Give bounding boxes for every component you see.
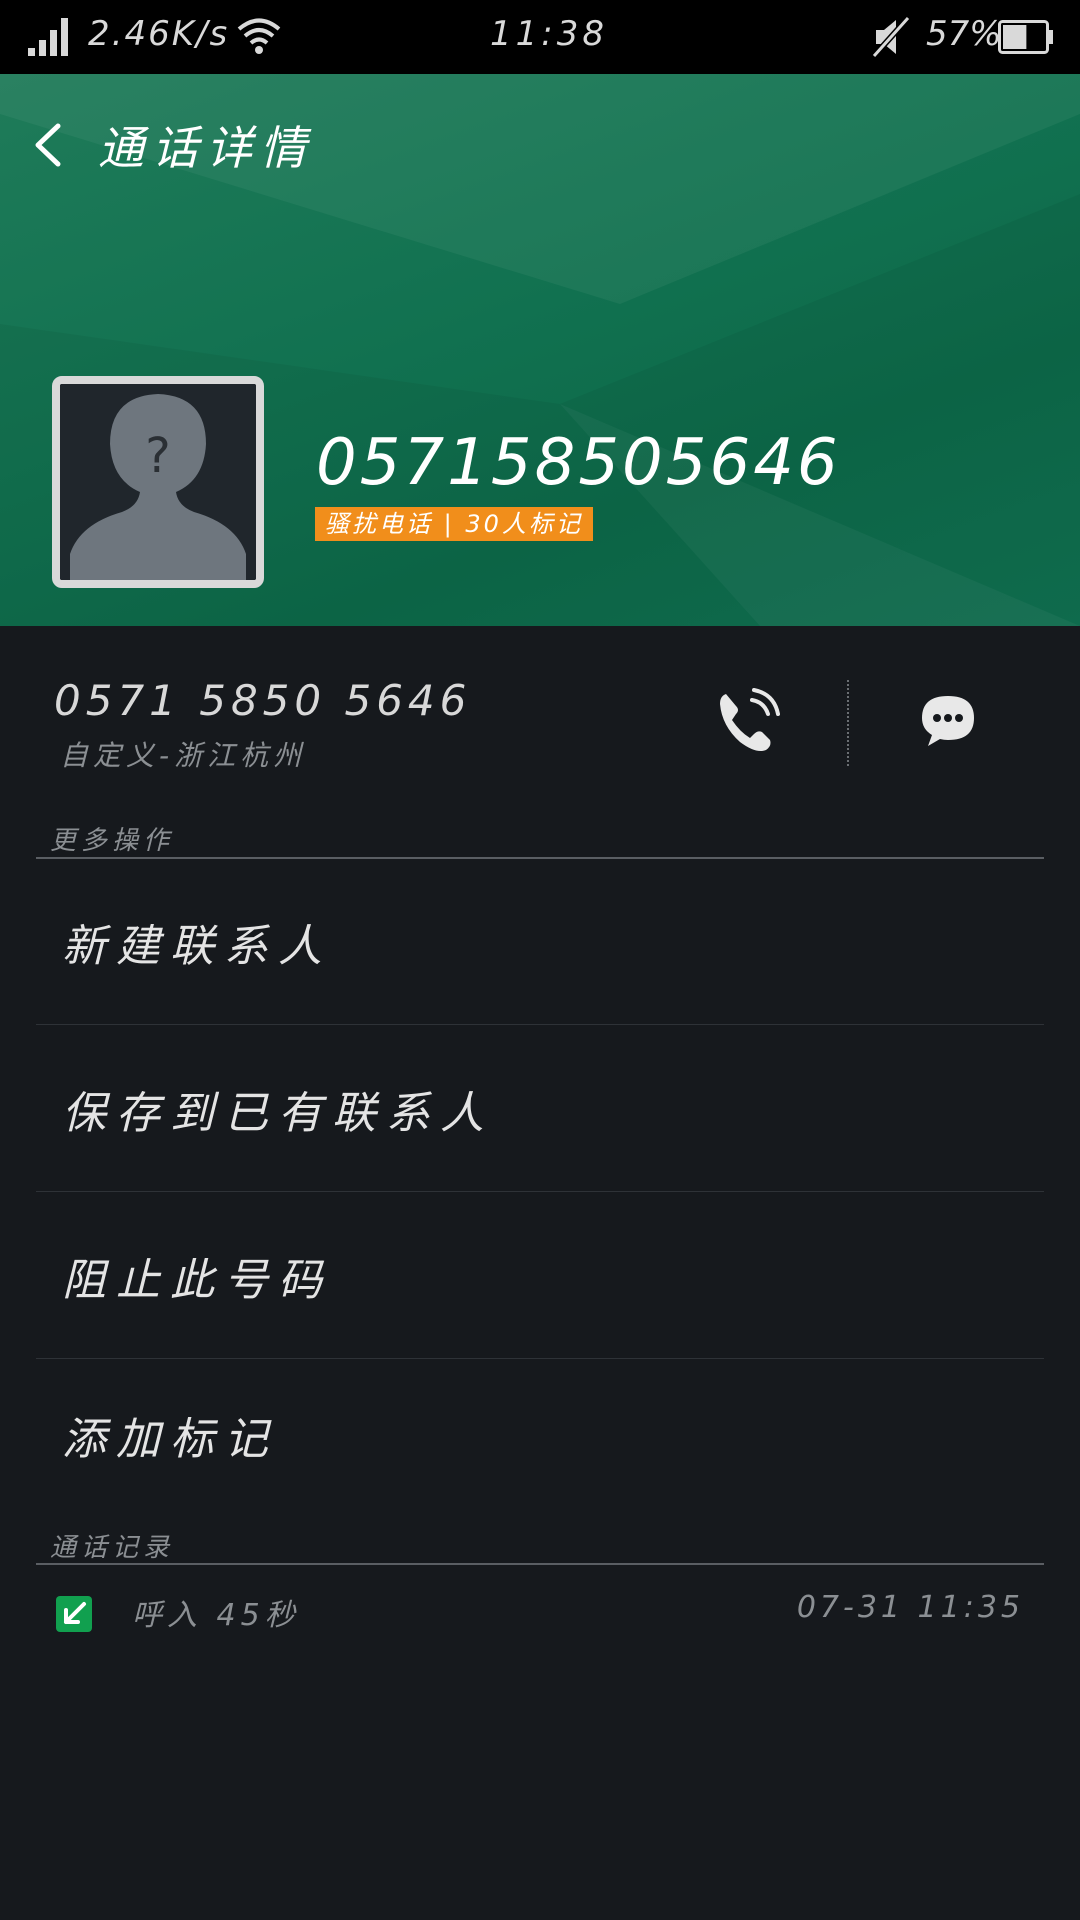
add-tag-item[interactable]: 添加标记 xyxy=(36,1360,1044,1510)
action-label: 添加标记 xyxy=(62,1414,278,1465)
svg-text:?: ? xyxy=(145,428,170,484)
call-log-entry: 呼入 45秒 07-31 11:35 xyxy=(36,1568,1044,1648)
row-divider xyxy=(36,1358,1044,1359)
clock: 11:38 xyxy=(490,14,608,54)
section-divider xyxy=(36,1563,1044,1565)
action-label: 保存到已有联系人 xyxy=(62,1088,494,1139)
contact-header: 通话详情 ? 057158505646 骚扰电话 | 30人标记 xyxy=(0,74,1080,626)
battery-icon xyxy=(998,20,1053,54)
action-label: 阻止此号码 xyxy=(62,1255,332,1306)
unknown-person-icon: ? xyxy=(60,384,256,580)
page-title: 通话详情 xyxy=(98,121,314,175)
wifi-icon xyxy=(237,18,281,54)
row-divider xyxy=(36,1191,1044,1192)
mute-icon xyxy=(872,16,911,58)
status-bar: 2.46K/s 11:38 57% xyxy=(0,0,1080,74)
save-to-existing-contact-item[interactable]: 保存到已有联系人 xyxy=(36,1026,1044,1192)
phone-call-icon[interactable] xyxy=(712,686,782,756)
action-divider xyxy=(847,680,849,766)
signal-icon xyxy=(28,18,68,56)
spam-tag-badge: 骚扰电话 | 30人标记 xyxy=(315,507,593,541)
row-divider xyxy=(36,1024,1044,1025)
call-log-label: 通话记录 xyxy=(50,1533,175,1563)
phone-number: 057158505646 xyxy=(316,426,841,500)
net-speed: 2.46K/s xyxy=(88,14,230,54)
call-type-duration: 呼入 45秒 xyxy=(132,1598,300,1633)
incoming-call-icon xyxy=(56,1596,92,1632)
battery-percent: 57% xyxy=(926,14,1002,54)
action-label: 新建联系人 xyxy=(62,921,332,972)
number-location: 自定义-浙江杭州 xyxy=(60,739,307,772)
new-contact-item[interactable]: 新建联系人 xyxy=(36,859,1044,1025)
more-actions-label: 更多操作 xyxy=(50,826,175,856)
block-number-item[interactable]: 阻止此号码 xyxy=(36,1193,1044,1359)
call-timestamp: 07-31 11:35 xyxy=(796,1590,1024,1625)
avatar: ? xyxy=(52,376,264,588)
back-chevron-icon[interactable] xyxy=(30,120,70,170)
formatted-number: 0571 5850 5646 xyxy=(54,676,472,725)
message-icon[interactable] xyxy=(918,690,978,750)
